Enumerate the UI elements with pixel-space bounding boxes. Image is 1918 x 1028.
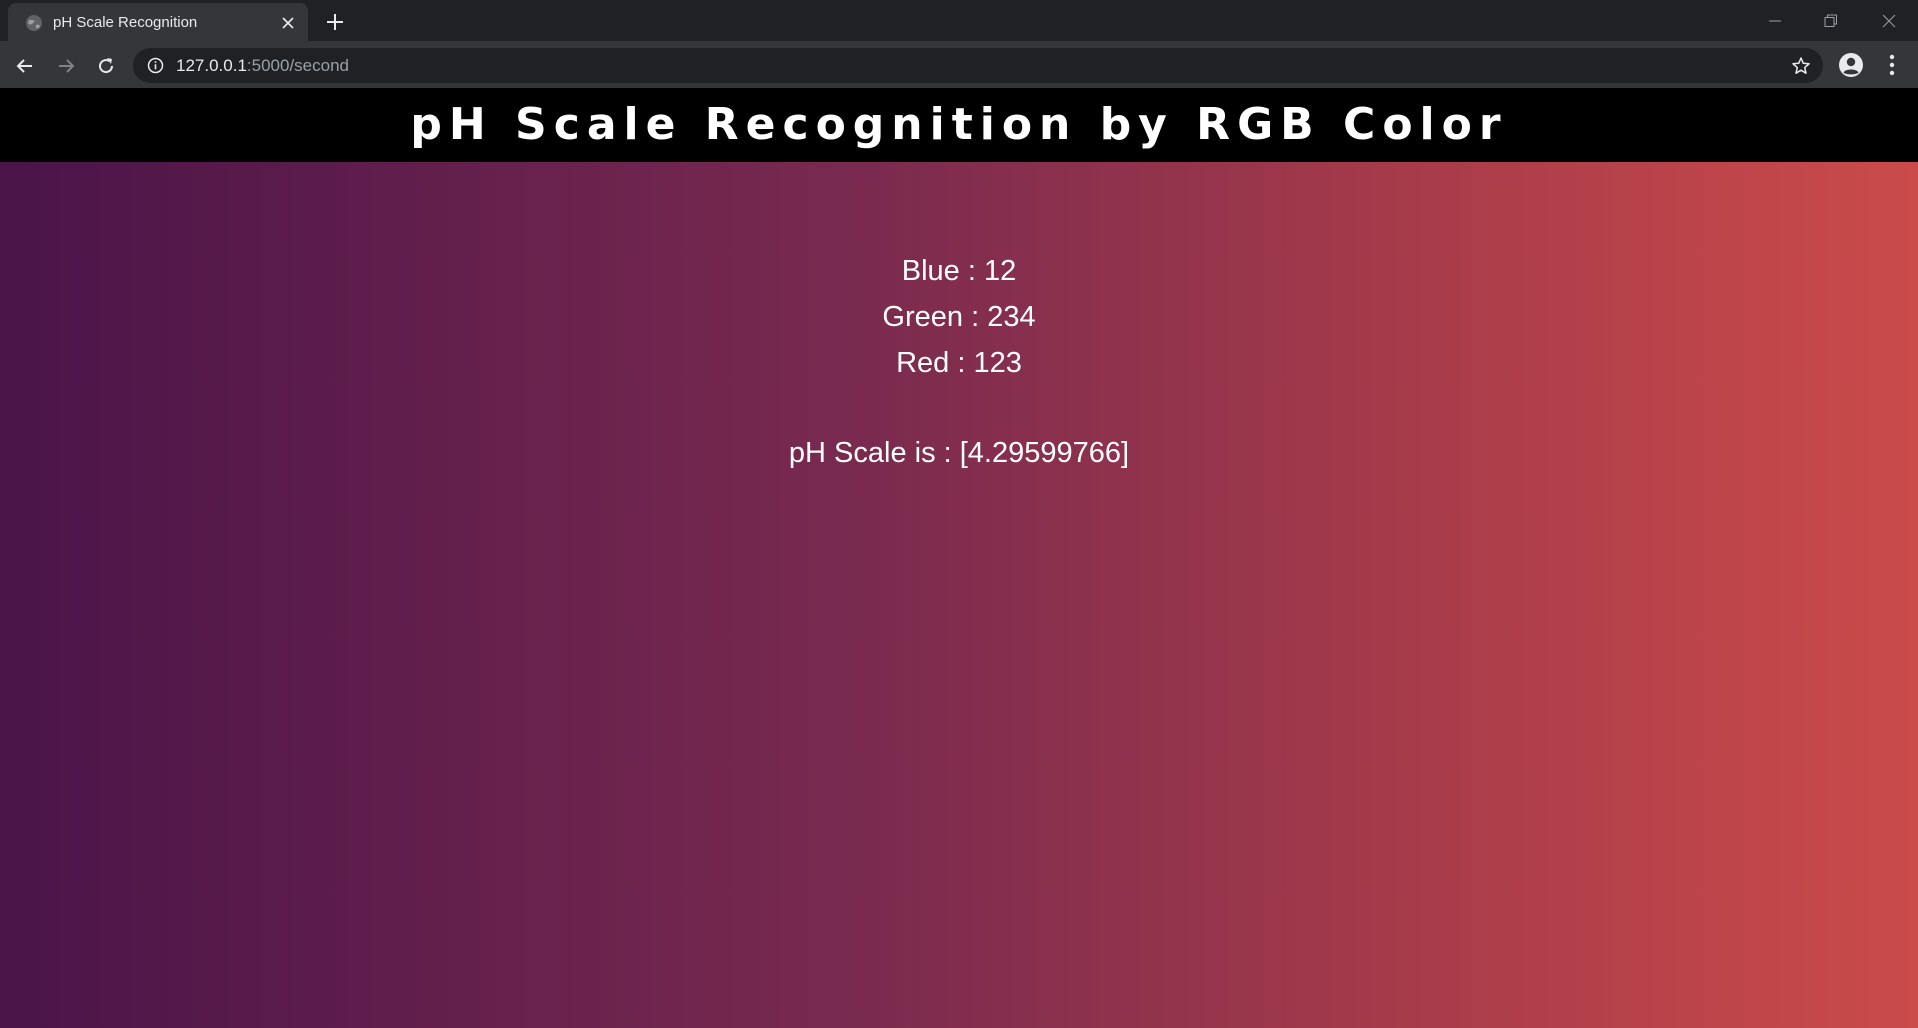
page-title: pH Scale Recognition by RGB Color	[410, 99, 1508, 150]
rgb-readings: Blue : 12 Green : 234 Red : 123	[0, 248, 1918, 386]
red-reading: Red : 123	[896, 347, 1022, 379]
browser-tab[interactable]: pH Scale Recognition	[8, 3, 308, 41]
tab-strip: pH Scale Recognition	[0, 0, 1918, 41]
browser-toolbar: 127.0.0.1:5000/second	[0, 41, 1918, 88]
window-close-icon[interactable]	[1866, 6, 1912, 36]
url-path: :5000/second	[246, 56, 349, 75]
close-icon[interactable]	[278, 13, 298, 33]
kebab-menu-icon[interactable]	[1880, 52, 1904, 78]
page-content: pH Scale Recognition by RGB Color Blue :…	[0, 88, 1918, 1028]
address-bar[interactable]: 127.0.0.1:5000/second	[133, 48, 1823, 83]
info-icon[interactable]	[147, 57, 164, 74]
header-bar: pH Scale Recognition by RGB Color	[0, 88, 1918, 162]
minimize-icon[interactable]	[1752, 6, 1798, 36]
url-text: 127.0.0.1:5000/second	[176, 56, 349, 75]
forward-arrow-icon[interactable]	[51, 51, 81, 81]
reload-icon[interactable]	[91, 51, 121, 81]
ph-result: pH Scale is : [4.29599766]	[788, 437, 1130, 469]
tab-title: pH Scale Recognition	[53, 14, 198, 31]
star-icon[interactable]	[1791, 56, 1811, 76]
url-host: 127.0.0.1	[176, 56, 247, 75]
green-reading: Green : 234	[882, 301, 1036, 333]
restore-icon[interactable]	[1808, 6, 1854, 36]
globe-icon	[25, 14, 43, 32]
plus-icon[interactable]	[322, 9, 348, 35]
blue-reading: Blue : 12	[901, 255, 1017, 287]
back-arrow-icon[interactable]	[10, 51, 40, 81]
profile-icon[interactable]	[1838, 52, 1864, 78]
